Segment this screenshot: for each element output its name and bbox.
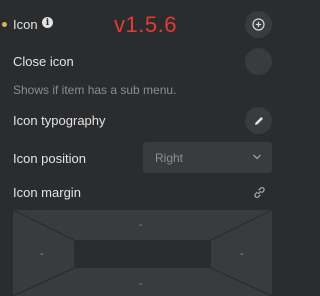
edit-typography-button[interactable] xyxy=(245,107,272,134)
margin-box-control: - - - - xyxy=(13,210,272,296)
close-icon-label: Close icon xyxy=(13,54,74,69)
margin-bottom-input[interactable]: - xyxy=(139,278,143,290)
info-icon[interactable]: i xyxy=(42,17,53,28)
margin-top-input[interactable]: - xyxy=(139,219,143,231)
pencil-icon xyxy=(254,116,263,125)
icon-typography-label: Icon typography xyxy=(13,113,106,128)
icon-position-label: Icon position xyxy=(13,151,86,166)
margin-right-input[interactable]: - xyxy=(240,248,244,260)
margin-left-input[interactable]: - xyxy=(40,248,44,260)
version-badge: v1.5.6 xyxy=(114,12,177,37)
help-text: Shows if item has a sub menu. xyxy=(13,83,177,97)
icon-margin-label: Icon margin xyxy=(13,185,81,200)
plus-circle-icon xyxy=(252,18,265,31)
chevron-down-icon xyxy=(253,154,261,160)
link-icon[interactable] xyxy=(253,186,266,199)
icon-picker-button[interactable] xyxy=(245,11,272,38)
icon-position-select[interactable]: Right xyxy=(143,142,272,173)
active-indicator-dot xyxy=(2,22,7,27)
icon-position-value: Right xyxy=(155,151,184,165)
close-icon-picker-button[interactable] xyxy=(245,48,272,75)
icon-label: Icon xyxy=(13,17,38,32)
